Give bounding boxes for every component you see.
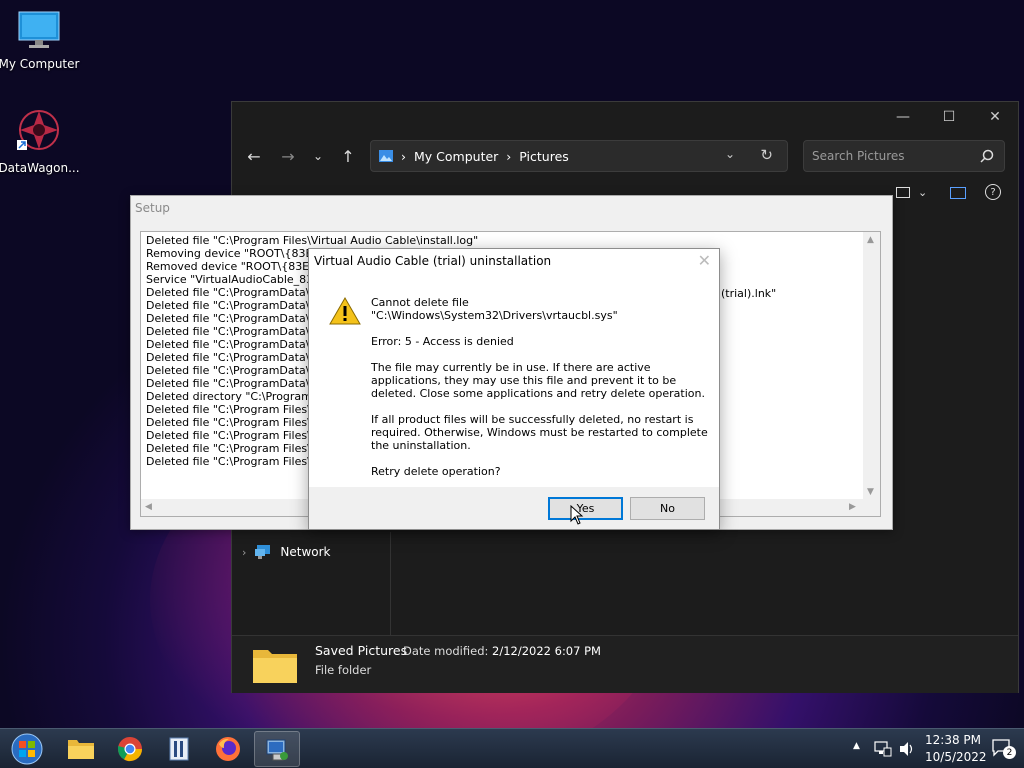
- scroll-down-icon[interactable]: ▼: [867, 487, 874, 497]
- log-line: Deleted file "C:\Program Files\Virtual A…: [146, 234, 479, 247]
- restart-note-text: If all product files will be successfull…: [371, 413, 708, 452]
- vertical-scrollbar[interactable]: ▲ ▼: [863, 232, 880, 500]
- breadcrumb-separator-icon: ›: [506, 148, 512, 164]
- mouse-cursor-icon: [570, 505, 584, 525]
- yes-button[interactable]: Yes: [548, 497, 623, 520]
- expand-chevron-icon[interactable]: ›: [242, 546, 246, 559]
- close-icon[interactable]: ✕: [972, 102, 1018, 132]
- volume-icon[interactable]: [898, 740, 916, 758]
- taskbar-chrome[interactable]: [107, 731, 153, 767]
- desktop-icon-label: DataWagon...: [0, 161, 80, 175]
- setup-title: Setup: [135, 201, 170, 215]
- modified-value: 2/12/2022 6:07 PM: [492, 644, 601, 658]
- taskbar-setup[interactable]: [254, 731, 300, 767]
- nav-pane-divider: [390, 532, 391, 636]
- nav-item-label: Network: [280, 545, 331, 559]
- explanation-text: The file may currently be in use. If the…: [371, 361, 705, 400]
- back-arrow-icon[interactable]: ←: [240, 144, 268, 168]
- log-line-tail: (trial).lnk": [721, 287, 777, 300]
- help-icon[interactable]: ?: [985, 184, 1001, 200]
- folder-icon: [68, 740, 94, 759]
- maximize-icon[interactable]: ☐: [926, 102, 972, 132]
- warning-icon: [329, 296, 361, 325]
- taskbar-file-explorer[interactable]: [58, 731, 104, 767]
- document-app-icon: [169, 737, 189, 761]
- notification-badge: 2: [1003, 746, 1016, 759]
- start-button[interactable]: [4, 731, 50, 767]
- up-arrow-icon[interactable]: ↑: [334, 144, 362, 168]
- breadcrumb-pictures[interactable]: Pictures: [519, 149, 569, 164]
- details-pane: Saved Pictures Date modified: 2/12/2022 …: [232, 635, 1018, 693]
- search-placeholder: Search Pictures: [812, 149, 905, 163]
- uninstall-dialog: Virtual Audio Cable (trial) uninstallati…: [308, 248, 720, 530]
- retry-question: Retry delete operation?: [371, 465, 501, 478]
- breadcrumb-my-computer[interactable]: My Computer: [414, 149, 498, 164]
- address-dropdown-icon[interactable]: ⌄: [725, 147, 735, 161]
- search-icon: [980, 149, 994, 163]
- close-icon[interactable]: ✕: [698, 251, 711, 270]
- modified-label: Date modified:: [403, 644, 489, 658]
- dialog-message: Cannot delete file "C:\Windows\System32\…: [371, 296, 711, 491]
- datawagon-logo-icon: [17, 110, 59, 150]
- scroll-up-icon[interactable]: ▲: [867, 235, 874, 245]
- taskbar-app[interactable]: [156, 731, 202, 767]
- refresh-icon[interactable]: ↻: [760, 146, 773, 164]
- pictures-folder-icon: [379, 150, 393, 162]
- network-status-icon[interactable]: [874, 740, 892, 758]
- error-code-line: Error: 5 - Access is denied: [371, 335, 514, 348]
- scroll-left-icon[interactable]: ◀: [145, 502, 152, 512]
- item-name: Saved Pictures: [315, 643, 408, 658]
- view-icon[interactable]: [896, 187, 910, 198]
- view-dropdown-icon[interactable]: ⌄: [918, 186, 927, 199]
- no-button[interactable]: No: [630, 497, 705, 520]
- minimize-icon[interactable]: —: [880, 102, 926, 132]
- dialog-title: Virtual Audio Cable (trial) uninstallati…: [314, 254, 552, 268]
- clock-time[interactable]: 12:38 PM: [925, 733, 981, 747]
- installer-icon: [266, 739, 288, 761]
- forward-arrow-icon[interactable]: →: [274, 144, 302, 168]
- search-input[interactable]: Search Pictures: [803, 140, 1005, 172]
- navigation-bar: ← → ⌄ ↑ › My Computer › Pictures ⌄ ↻ Sea…: [232, 138, 1018, 174]
- taskbar: ▲ 12:38 PM 10/5/2022 2: [0, 728, 1024, 768]
- notification-center[interactable]: 2: [992, 739, 1016, 760]
- dialog-footer: Yes No: [309, 487, 719, 529]
- error-file-line: Cannot delete file "C:\Windows\System32\…: [371, 296, 618, 322]
- details-pane-icon[interactable]: [950, 187, 966, 199]
- item-type: File folder: [315, 663, 372, 677]
- monitor-icon: [18, 11, 60, 48]
- recent-chevron-icon[interactable]: ⌄: [304, 144, 332, 168]
- nav-item-network[interactable]: › Network: [242, 544, 331, 560]
- clock-date[interactable]: 10/5/2022: [925, 750, 987, 764]
- desktop-icon-label: My Computer: [0, 57, 80, 71]
- scroll-right-icon[interactable]: ▶: [849, 502, 856, 512]
- windows-orb-icon: [11, 733, 43, 765]
- chrome-icon: [118, 737, 142, 762]
- desktop-icon-my-computer[interactable]: My Computer: [0, 10, 81, 71]
- window-controls: — ☐ ✕: [880, 102, 1018, 134]
- firefox-icon: [216, 737, 240, 761]
- show-hidden-icons-icon[interactable]: ▲: [853, 741, 860, 751]
- network-icon: [255, 545, 271, 559]
- folder-icon: [253, 650, 297, 683]
- taskbar-firefox[interactable]: [205, 731, 251, 767]
- desktop-icon-datawagon[interactable]: DataWagon...: [0, 108, 81, 175]
- breadcrumb-separator-icon: ›: [401, 148, 406, 164]
- address-bar[interactable]: › My Computer › Pictures ⌄ ↻: [370, 140, 788, 172]
